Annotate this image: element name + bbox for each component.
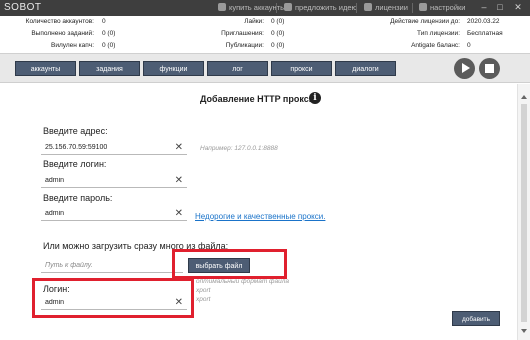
address-input[interactable] <box>45 141 169 154</box>
stat-label: Количество аккаунтов: <box>25 18 94 25</box>
clear-login-icon[interactable]: ✕ <box>175 174 183 187</box>
address-field[interactable]: ✕ <box>41 140 187 155</box>
tab-proxy[interactable]: прокси <box>271 61 332 76</box>
suggest-idea-link[interactable]: предложить идею <box>284 3 357 12</box>
scrollbar[interactable] <box>517 84 530 340</box>
app-title: SOBOT <box>4 2 42 13</box>
form-heading: Добавление HTTP прокси <box>200 94 315 104</box>
settings-label: настройки <box>430 3 466 12</box>
highlight-box-login <box>32 278 194 318</box>
stat-label: Лайки: <box>244 18 264 25</box>
licenses-label: лицензии <box>375 3 408 12</box>
stat-value: 0 <box>102 18 106 25</box>
play-button[interactable] <box>454 58 475 79</box>
stat-label: Вилулен капч: <box>51 42 94 49</box>
buy-accounts-label: купить аккаунты <box>229 3 286 12</box>
license-icon <box>364 3 372 11</box>
file-format-hint: xport <box>196 287 211 294</box>
stop-icon <box>485 64 494 73</box>
login-input[interactable] <box>45 174 169 187</box>
login-label: Введите логин: <box>43 159 107 169</box>
stat-antigate: Antigate баланс: 0 <box>362 42 471 49</box>
scrollbar-thumb[interactable] <box>521 104 527 322</box>
stats-panel: Количество аккаунтов: 0 Выполнено заданий… <box>0 16 530 53</box>
stat-accounts: Количество аккаунтов: 0 <box>6 18 106 25</box>
password-label: Введите пароль: <box>43 193 113 203</box>
clear-password-icon[interactable]: ✕ <box>175 207 183 220</box>
stat-value: 0 (0) <box>271 42 285 49</box>
clear-address-icon[interactable]: ✕ <box>175 141 183 154</box>
stat-label: Тип лицензии: <box>417 30 460 37</box>
suggest-idea-label: предложить идею <box>295 3 358 12</box>
stat-value: 0 <box>467 42 471 49</box>
password-input[interactable] <box>45 207 169 220</box>
stat-license-type: Тип лицензии: Бесплатная <box>362 30 503 37</box>
tab-accounts[interactable]: аккаунты <box>15 61 76 76</box>
divider <box>356 3 357 13</box>
address-hint: Например: 127.0.0.1:8888 <box>200 145 278 152</box>
divider <box>276 3 277 13</box>
stat-label: Antigate баланс: <box>411 42 460 49</box>
highlight-box-file-button <box>172 249 287 279</box>
tab-functions[interactable]: функции <box>143 61 204 76</box>
stat-label: Действие лицензии до: <box>390 18 460 25</box>
password-field[interactable]: ✕ <box>41 206 187 221</box>
scroll-up-icon[interactable] <box>521 95 527 99</box>
cheap-proxies-link[interactable]: Недорогие и качественные прокси. <box>195 212 325 221</box>
close-button[interactable]: ✕ <box>512 1 524 14</box>
user-icon <box>218 3 226 11</box>
stat-likes: Лайки: 0 (0) <box>180 18 284 25</box>
stat-invites: Приглашения: 0 (0) <box>180 30 284 37</box>
stat-label: Приглашения: <box>221 30 264 37</box>
info-icon[interactable]: i <box>309 92 321 104</box>
stat-value: 0 (0) <box>271 18 285 25</box>
stat-tasks-done: Выполнено заданий: 0 (0) <box>6 30 115 37</box>
stat-value: 0 (0) <box>102 30 116 37</box>
file-format-hint: xport <box>196 296 211 303</box>
tab-tasks[interactable]: задания <box>79 61 140 76</box>
stat-license-until: Действие лицензии до: 2020.03.22 <box>362 18 499 25</box>
stat-value: 0 (0) <box>271 30 285 37</box>
tab-log[interactable]: лог <box>207 61 268 76</box>
stat-label: Публикации: <box>225 42 264 49</box>
lightbulb-icon <box>284 3 292 11</box>
scroll-down-icon[interactable] <box>521 329 527 333</box>
gear-icon <box>419 3 427 11</box>
address-label: Введите адрес: <box>43 126 108 136</box>
file-path-input[interactable] <box>45 259 165 272</box>
settings-link[interactable]: настройки <box>419 3 466 12</box>
file-path-field[interactable] <box>41 258 183 273</box>
file-format-hint: оптимальный формат файла <box>196 278 289 285</box>
stat-captcha: Вилулен капч: 0 (0) <box>6 42 115 49</box>
stat-label: Выполнено заданий: <box>31 30 94 37</box>
login-field[interactable]: ✕ <box>41 173 187 188</box>
add-button[interactable]: добавить <box>452 311 500 326</box>
stat-value: Бесплатная <box>467 30 503 37</box>
tab-dialogs[interactable]: диалоги <box>335 61 396 76</box>
stop-button[interactable] <box>479 58 500 79</box>
licenses-link[interactable]: лицензии <box>364 3 408 12</box>
minimize-button[interactable]: – <box>478 1 490 14</box>
stat-value: 2020.03.22 <box>467 18 500 25</box>
stat-value: 0 (0) <box>102 42 116 49</box>
play-icon <box>462 63 470 73</box>
title-bar: SOBOT купить аккаунты предложить идею ли… <box>0 0 530 16</box>
stat-posts: Публикации: 0 (0) <box>180 42 285 49</box>
toolbar: аккаунты задания функции лог прокси диал… <box>0 53 530 83</box>
maximize-button[interactable]: □ <box>494 1 506 14</box>
divider <box>412 3 413 13</box>
